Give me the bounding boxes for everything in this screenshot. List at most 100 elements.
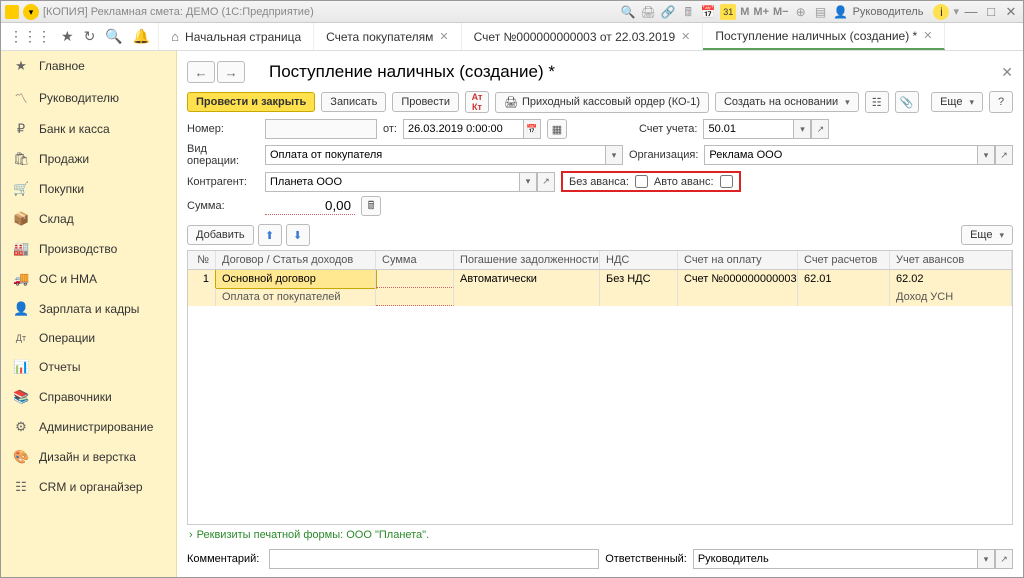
search-icon[interactable]: 🔍: [620, 4, 636, 20]
sidebar-item-manager[interactable]: 〽Руководителю: [1, 81, 176, 114]
table-row-sub[interactable]: Оплата от покупателей Доход УСН: [188, 288, 1012, 306]
sidebar-item-bank[interactable]: ₽Банк и касса: [1, 114, 176, 144]
sidebar-item-stock[interactable]: 📦Склад: [1, 204, 176, 234]
cell-sum[interactable]: [376, 270, 454, 288]
sidebar-item-crm[interactable]: ☷CRM и органайзер: [1, 472, 176, 502]
page-close-icon[interactable]: ✕: [1001, 64, 1013, 81]
sidebar-item-purchases[interactable]: 🛒Покупки: [1, 174, 176, 204]
cell-advance-sub[interactable]: Доход УСН: [890, 288, 1012, 306]
no-advance-checkbox[interactable]: [635, 175, 648, 188]
cell-contract[interactable]: Основной договор: [216, 270, 376, 288]
attach-button[interactable]: 📎: [895, 91, 919, 113]
open-icon[interactable]: ↗: [995, 145, 1013, 165]
op-type-field[interactable]: [265, 145, 605, 165]
number-field[interactable]: [265, 119, 377, 139]
forward-button[interactable]: →: [217, 61, 245, 83]
dropdown-icon[interactable]: ▾: [23, 4, 39, 20]
comment-field[interactable]: [269, 549, 599, 569]
contragent-field[interactable]: [265, 172, 519, 192]
bell-icon[interactable]: 🔔: [133, 28, 150, 45]
table-row[interactable]: 1 Основной договор Автоматически Без НДС…: [188, 270, 1012, 288]
calendar-icon[interactable]: 📅: [523, 119, 541, 139]
sidebar-item-reports[interactable]: 📊Отчеты: [1, 352, 176, 382]
chevron-down-icon[interactable]: ▾: [977, 145, 995, 165]
chevron-down-icon[interactable]: ▾: [977, 549, 995, 569]
open-icon[interactable]: ↗: [811, 119, 829, 139]
sidebar-item-main[interactable]: ★Главное: [1, 51, 176, 81]
sidebar-item-operations[interactable]: ДтОперации: [1, 324, 176, 352]
link-icon[interactable]: 🔗: [660, 4, 676, 20]
chevron-down-icon[interactable]: ▾: [519, 172, 537, 192]
save-button[interactable]: Записать: [321, 92, 386, 112]
sidebar-item-sales[interactable]: 🛍Продажи: [1, 144, 176, 174]
col-vat[interactable]: НДС: [600, 251, 678, 269]
print-requisites-link[interactable]: Реквизиты печатной формы: ООО "Планета".: [187, 525, 1013, 545]
favorites-icon[interactable]: ⊕: [793, 4, 809, 20]
print-order-button[interactable]: 🖨Приходный кассовый ордер (КО-1): [495, 92, 709, 113]
sidebar-item-salary[interactable]: 👤Зарплата и кадры: [1, 294, 176, 324]
move-down-button[interactable]: ⬇: [286, 224, 310, 246]
search-nav-icon[interactable]: 🔍: [105, 28, 122, 45]
tab-invoice-doc[interactable]: Счет №000000000003 от 22.03.2019 ✕: [462, 23, 704, 50]
move-up-button[interactable]: ⬆: [258, 224, 282, 246]
cell-advance[interactable]: 62.02: [890, 270, 1012, 288]
auto-advance-checkbox[interactable]: [720, 175, 733, 188]
sidebar-item-assets[interactable]: 🚚ОС и НМА: [1, 264, 176, 294]
cell-number[interactable]: 1: [188, 270, 216, 288]
col-settlement[interactable]: Счет расчетов: [798, 251, 890, 269]
cell-invoice[interactable]: Счет №000000000003 от 22.03.2019: [678, 270, 798, 288]
tab-invoices[interactable]: Счета покупателям ✕: [314, 23, 462, 50]
cell-vat[interactable]: Без НДС: [600, 270, 678, 288]
user-name[interactable]: Руководитель: [853, 6, 924, 18]
col-contract[interactable]: Договор / Статья доходов: [216, 251, 376, 269]
cell-settlement[interactable]: 62.01: [798, 270, 890, 288]
close-icon[interactable]: ✕: [1003, 4, 1019, 20]
apps-icon[interactable]: ⋮⋮⋮: [9, 28, 51, 45]
m-minus-icon[interactable]: M−: [773, 6, 789, 18]
create-based-button[interactable]: Создать на основании: [715, 92, 859, 112]
sidebar-item-production[interactable]: 🏭Производство: [1, 234, 176, 264]
sidebar-item-admin[interactable]: ⚙Администрирование: [1, 412, 176, 442]
calc-icon[interactable]: 🖩: [680, 4, 696, 20]
dtkt-button[interactable]: АтКт: [465, 91, 489, 113]
sidebar-item-refs[interactable]: 📚Справочники: [1, 382, 176, 412]
m-plus-icon[interactable]: M+: [753, 6, 769, 18]
chevron-down-icon[interactable]: ▾: [605, 145, 623, 165]
col-sum[interactable]: Сумма: [376, 251, 454, 269]
more-button[interactable]: Еще: [931, 92, 983, 112]
day-icon[interactable]: 31: [720, 4, 736, 20]
tab-home[interactable]: ⌂ Начальная страница: [159, 23, 314, 50]
tab-close-icon[interactable]: ✕: [923, 29, 932, 42]
date-field[interactable]: [403, 119, 523, 139]
structure-button[interactable]: ☷: [865, 91, 889, 113]
history-icon[interactable]: ↻: [84, 28, 96, 45]
col-repayment[interactable]: Погашение задолженности: [454, 251, 600, 269]
cell-repayment[interactable]: Автоматически: [454, 270, 600, 288]
back-button[interactable]: ←: [187, 61, 215, 83]
print-icon[interactable]: 🖨: [640, 4, 656, 20]
table-more-button[interactable]: Еще: [961, 225, 1013, 245]
star-icon[interactable]: ★: [61, 28, 74, 45]
refresh-icon[interactable]: ▦: [547, 119, 567, 139]
calendar-icon[interactable]: 📅: [700, 4, 716, 20]
cell-income[interactable]: Оплата от покупателей: [216, 288, 376, 306]
open-icon[interactable]: ↗: [537, 172, 555, 192]
col-invoice[interactable]: Счет на оплату: [678, 251, 798, 269]
calc-icon[interactable]: 🖩: [361, 196, 381, 216]
maximize-icon[interactable]: □: [983, 4, 999, 20]
post-and-close-button[interactable]: Провести и закрыть: [187, 92, 315, 112]
post-button[interactable]: Провести: [392, 92, 459, 112]
account-field[interactable]: [703, 119, 793, 139]
open-icon[interactable]: ↗: [995, 549, 1013, 569]
sum-field[interactable]: [265, 197, 355, 215]
tab-cash-in[interactable]: Поступление наличных (создание) * ✕: [703, 23, 945, 50]
col-number[interactable]: №: [188, 251, 216, 269]
minimize-icon[interactable]: —: [963, 4, 979, 20]
responsible-field[interactable]: [693, 549, 977, 569]
sidebar-item-design[interactable]: 🎨Дизайн и верстка: [1, 442, 176, 472]
tab-close-icon[interactable]: ✕: [681, 30, 690, 43]
org-field[interactable]: [704, 145, 977, 165]
col-advance[interactable]: Учет авансов: [890, 251, 1012, 269]
chevron-down-icon[interactable]: ▾: [793, 119, 811, 139]
tab-close-icon[interactable]: ✕: [439, 30, 448, 43]
